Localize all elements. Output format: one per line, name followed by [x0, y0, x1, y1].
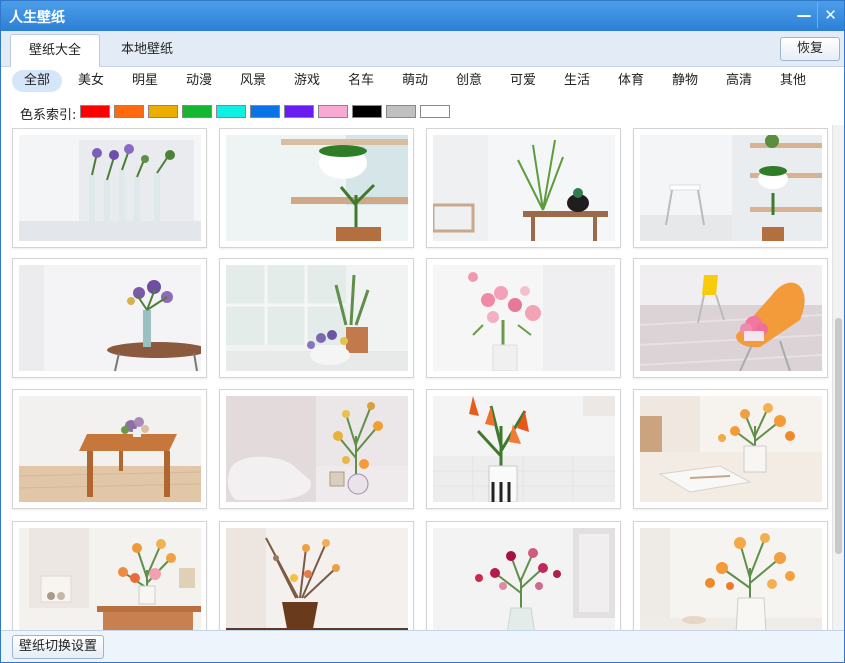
wallpaper-thumbnail[interactable] — [426, 521, 621, 630]
wallpaper-image — [226, 135, 408, 241]
wallpaper-image — [640, 135, 822, 241]
tab-bar: 壁纸大全 本地壁纸 恢复 — [1, 31, 844, 67]
minimize-button[interactable]: — — [791, 2, 817, 28]
wallpaper-image — [433, 528, 615, 630]
wallpaper-thumbnail[interactable] — [12, 258, 207, 378]
color-swatch-black[interactable] — [352, 105, 382, 118]
category-cars[interactable]: 名车 — [336, 70, 386, 92]
wallpaper-image — [19, 135, 201, 241]
category-other[interactable]: 其他 — [768, 70, 818, 92]
tab-wallpaper-collection[interactable]: 壁纸大全 — [10, 34, 100, 67]
wallpaper-thumbnail[interactable] — [219, 128, 414, 248]
category-games[interactable]: 游戏 — [282, 70, 332, 92]
color-swatch-pink[interactable] — [318, 105, 348, 118]
wallpaper-thumbnail[interactable] — [633, 128, 828, 248]
app-window: 人生壁纸 — ✕ 壁纸大全 本地壁纸 恢复 全部 美女 明星 动漫 风景 游戏 … — [0, 0, 845, 663]
color-swatch-blue[interactable] — [250, 105, 280, 118]
title-bar[interactable]: 人生壁纸 — ✕ — [1, 1, 844, 31]
wallpaper-thumbnail[interactable] — [12, 128, 207, 248]
wallpaper-thumbnail[interactable] — [426, 258, 621, 378]
wallpaper-thumbnail[interactable] — [219, 258, 414, 378]
category-stars[interactable]: 明星 — [120, 70, 170, 92]
wallpaper-gallery — [1, 125, 844, 630]
gallery-scrollbar[interactable] — [832, 125, 844, 630]
color-swatch-green[interactable] — [182, 105, 212, 118]
scrollbar-thumb[interactable] — [835, 318, 842, 554]
restore-button[interactable]: 恢复 — [780, 37, 840, 61]
tab-local-wallpaper[interactable]: 本地壁纸 — [105, 34, 189, 67]
category-lovely[interactable]: 可爱 — [498, 70, 548, 92]
wallpaper-image — [433, 135, 615, 241]
category-sports[interactable]: 体育 — [606, 70, 656, 92]
color-swatch-white[interactable] — [420, 105, 450, 118]
wallpaper-thumbnail[interactable] — [633, 389, 828, 509]
category-all[interactable]: 全部 — [12, 70, 62, 92]
wallpaper-image — [640, 528, 822, 630]
wallpaper-image — [19, 265, 201, 371]
wallpaper-thumbnail[interactable] — [426, 128, 621, 248]
wallpaper-thumbnail[interactable] — [219, 389, 414, 509]
color-index-bar: 色系索引: — [1, 97, 844, 125]
wallpaper-image — [433, 396, 615, 502]
wallpaper-image — [640, 396, 822, 502]
color-swatch-yellow[interactable] — [148, 105, 178, 118]
category-creative[interactable]: 创意 — [444, 70, 494, 92]
category-life[interactable]: 生活 — [552, 70, 602, 92]
wallpaper-image — [19, 396, 201, 502]
wallpaper-thumbnail[interactable] — [12, 521, 207, 630]
category-still-life[interactable]: 静物 — [660, 70, 710, 92]
category-beauty[interactable]: 美女 — [66, 70, 116, 92]
color-swatch-orange[interactable] — [114, 105, 144, 118]
close-button[interactable]: ✕ — [817, 2, 843, 28]
category-hd[interactable]: 高清 — [714, 70, 764, 92]
wallpaper-thumbnail[interactable] — [633, 521, 828, 630]
category-scenery[interactable]: 风景 — [228, 70, 278, 92]
wallpaper-switch-settings-button[interactable]: 壁纸切换设置 — [12, 635, 104, 659]
wallpaper-image — [433, 265, 615, 371]
color-swatch-red[interactable] — [80, 105, 110, 118]
wallpaper-thumbnail[interactable] — [12, 389, 207, 509]
color-index-label: 色系索引: — [20, 108, 77, 123]
wallpaper-image — [640, 265, 822, 371]
color-swatch-cyan[interactable] — [216, 105, 246, 118]
color-swatch-gray[interactable] — [386, 105, 416, 118]
window-title: 人生壁纸 — [9, 10, 65, 26]
wallpaper-image — [226, 396, 408, 502]
footer-bar: 壁纸切换设置 — [1, 630, 844, 662]
wallpaper-thumbnail[interactable] — [219, 521, 414, 630]
wallpaper-thumbnail[interactable] — [633, 258, 828, 378]
wallpaper-thumbnail[interactable] — [426, 389, 621, 509]
category-anime[interactable]: 动漫 — [174, 70, 224, 92]
wallpaper-image — [226, 528, 408, 630]
wallpaper-image — [19, 528, 201, 630]
category-bar: 全部 美女 明星 动漫 风景 游戏 名车 萌动 创意 可爱 生活 体育 静物 高… — [1, 67, 844, 97]
color-swatch-purple[interactable] — [284, 105, 314, 118]
wallpaper-image — [226, 265, 408, 371]
category-cute-pets[interactable]: 萌动 — [390, 70, 440, 92]
